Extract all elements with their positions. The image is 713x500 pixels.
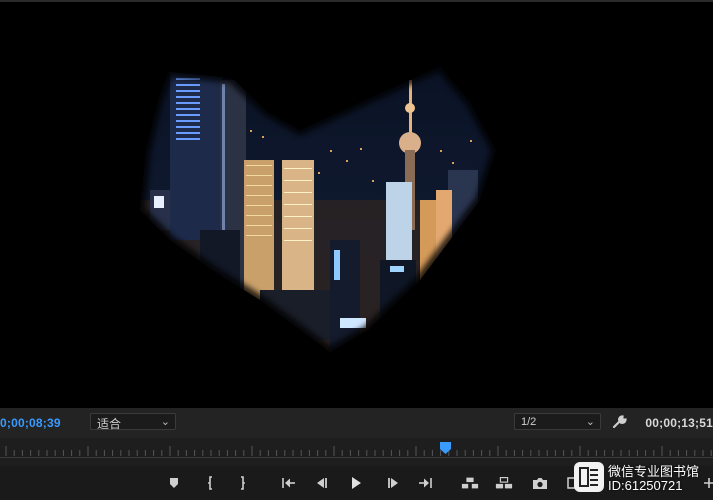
fit-zoom-dropdown[interactable]: 适合 ⌄ xyxy=(90,413,176,431)
current-timecode[interactable]: 0;00;08;39 xyxy=(0,416,61,430)
go-to-in-icon xyxy=(282,478,295,488)
step-forward-button[interactable] xyxy=(384,475,402,491)
mark-in-icon xyxy=(208,476,212,490)
wrench-icon[interactable] xyxy=(612,414,628,430)
go-to-in-button[interactable] xyxy=(279,475,297,491)
lift-button[interactable] xyxy=(461,475,479,491)
city-night-skyline xyxy=(140,66,496,352)
mark-in-button[interactable] xyxy=(202,475,220,491)
step-forward-icon xyxy=(388,478,398,488)
lift-icon xyxy=(461,477,479,489)
ruler-ticks xyxy=(5,446,712,456)
playback-resolution-value: 1/2 xyxy=(521,416,537,428)
export-frame-button[interactable] xyxy=(531,475,549,491)
go-to-out-button[interactable] xyxy=(417,475,435,491)
playhead-marker[interactable] xyxy=(440,442,452,454)
extract-button[interactable] xyxy=(495,475,513,491)
step-back-icon xyxy=(317,478,327,488)
extract-icon xyxy=(495,477,513,489)
chevron-down-icon: ⌄ xyxy=(160,416,170,428)
step-back-button[interactable] xyxy=(313,475,331,491)
add-marker-button[interactable] xyxy=(165,475,183,491)
add-marker-icon xyxy=(170,478,178,488)
chevron-down-icon: ⌄ xyxy=(585,416,595,428)
monitor-controls-bar: 0;00;08;39 适合 ⌄ 1/2 ⌄ 00;00;13;51 xyxy=(0,408,713,438)
watermark-overlay: 微信专业图书馆 ID:61250721 xyxy=(572,458,713,500)
watermark-logo xyxy=(574,462,604,492)
fit-zoom-value: 适合 xyxy=(97,417,122,431)
camera-icon xyxy=(533,477,547,489)
play-button[interactable] xyxy=(347,475,365,491)
mark-out-icon xyxy=(241,476,245,490)
book-logo-icon xyxy=(579,467,598,487)
watermark-id: ID:61250721 xyxy=(608,478,683,493)
heart-masked-city-video xyxy=(134,59,502,358)
go-to-out-icon xyxy=(419,478,432,488)
program-monitor-viewer[interactable] xyxy=(0,0,713,408)
play-icon xyxy=(352,477,361,489)
duration-timecode: 00;00;13;51 xyxy=(645,416,713,430)
playback-resolution-dropdown[interactable]: 1/2 ⌄ xyxy=(514,413,601,430)
mark-out-button[interactable] xyxy=(233,475,251,491)
